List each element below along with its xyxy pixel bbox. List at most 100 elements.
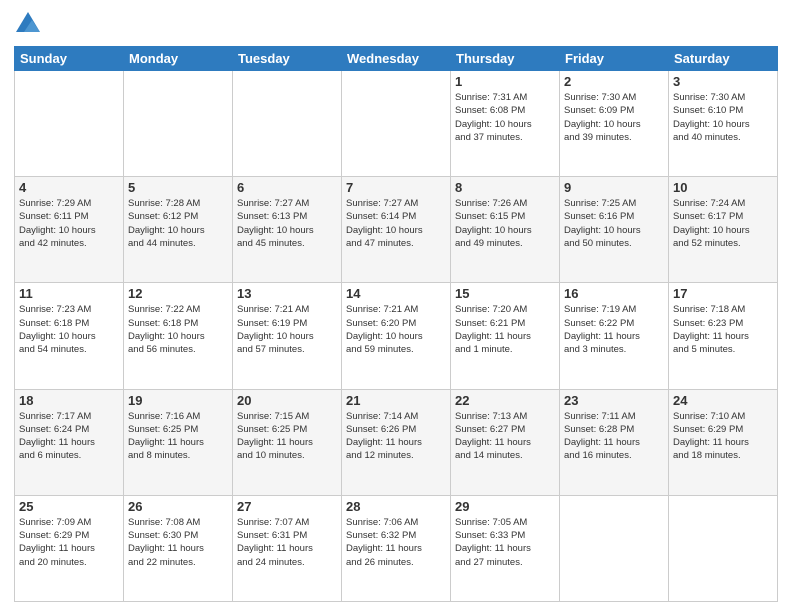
calendar-cell: 14 Sunrise: 7:21 AM Sunset: 6:20 PM Dayli…	[342, 283, 451, 389]
day-number: 2	[564, 74, 664, 89]
weekday-header-monday: Monday	[124, 47, 233, 71]
calendar-cell: 15 Sunrise: 7:20 AM Sunset: 6:21 PM Dayli…	[451, 283, 560, 389]
calendar-cell: 4 Sunrise: 7:29 AM Sunset: 6:11 PM Daylig…	[15, 177, 124, 283]
calendar-cell: 6 Sunrise: 7:27 AM Sunset: 6:13 PM Daylig…	[233, 177, 342, 283]
day-info: Sunrise: 7:08 AM Sunset: 6:30 PM Dayligh…	[128, 516, 228, 569]
day-info: Sunrise: 7:14 AM Sunset: 6:26 PM Dayligh…	[346, 410, 446, 463]
calendar-cell: 29 Sunrise: 7:05 AM Sunset: 6:33 PM Dayli…	[451, 495, 560, 601]
day-info: Sunrise: 7:13 AM Sunset: 6:27 PM Dayligh…	[455, 410, 555, 463]
calendar-cell	[342, 71, 451, 177]
day-info: Sunrise: 7:20 AM Sunset: 6:21 PM Dayligh…	[455, 303, 555, 356]
day-number: 17	[673, 286, 773, 301]
day-info: Sunrise: 7:30 AM Sunset: 6:10 PM Dayligh…	[673, 91, 773, 144]
day-number: 8	[455, 180, 555, 195]
calendar-cell: 26Sunrise: 7:08 AM Sunset: 6:30 PM Dayli…	[124, 495, 233, 601]
day-number: 18	[19, 393, 119, 408]
day-info: Sunrise: 7:30 AM Sunset: 6:09 PM Dayligh…	[564, 91, 664, 144]
calendar: SundayMondayTuesdayWednesdayThursdayFrid…	[14, 46, 778, 602]
day-info: Sunrise: 7:16 AM Sunset: 6:25 PM Dayligh…	[128, 410, 228, 463]
calendar-week-row: 18 Sunrise: 7:17 AM Sunset: 6:24 PM Dayli…	[15, 389, 778, 495]
day-number: 21	[346, 393, 446, 408]
weekday-header-tuesday: Tuesday	[233, 47, 342, 71]
day-info: Sunrise: 7:21 AM Sunset: 6:20 PM Dayligh…	[346, 303, 446, 356]
day-number: 24	[673, 393, 773, 408]
weekday-header-friday: Friday	[560, 47, 669, 71]
day-info: Sunrise: 7:25 AM Sunset: 6:16 PM Dayligh…	[564, 197, 664, 250]
day-number: 29	[455, 499, 555, 514]
day-number: 19	[128, 393, 228, 408]
calendar-cell: 11 Sunrise: 7:23 AM Sunset: 6:18 PM Dayli…	[15, 283, 124, 389]
calendar-cell	[233, 71, 342, 177]
calendar-week-row: 1 Sunrise: 7:31 AM Sunset: 6:08 PM Daylig…	[15, 71, 778, 177]
day-info: Sunrise: 7:15 AM Sunset: 6:25 PM Dayligh…	[237, 410, 337, 463]
day-info: Sunrise: 7:27 AM Sunset: 6:14 PM Dayligh…	[346, 197, 446, 250]
day-number: 5	[128, 180, 228, 195]
calendar-cell: 25 Sunrise: 7:09 AM Sunset: 6:29 PM Dayli…	[15, 495, 124, 601]
day-info: Sunrise: 7:06 AM Sunset: 6:32 PM Dayligh…	[346, 516, 446, 569]
calendar-cell	[560, 495, 669, 601]
day-number: 14	[346, 286, 446, 301]
calendar-cell: 13Sunrise: 7:21 AM Sunset: 6:19 PM Dayli…	[233, 283, 342, 389]
day-info: Sunrise: 7:19 AM Sunset: 6:22 PM Dayligh…	[564, 303, 664, 356]
calendar-cell: 12Sunrise: 7:22 AM Sunset: 6:18 PM Dayli…	[124, 283, 233, 389]
calendar-cell: 3Sunrise: 7:30 AM Sunset: 6:10 PM Daylig…	[669, 71, 778, 177]
day-info: Sunrise: 7:07 AM Sunset: 6:31 PM Dayligh…	[237, 516, 337, 569]
day-number: 4	[19, 180, 119, 195]
weekday-header-sunday: Sunday	[15, 47, 124, 71]
day-info: Sunrise: 7:17 AM Sunset: 6:24 PM Dayligh…	[19, 410, 119, 463]
calendar-cell: 7 Sunrise: 7:27 AM Sunset: 6:14 PM Daylig…	[342, 177, 451, 283]
day-info: Sunrise: 7:27 AM Sunset: 6:13 PM Dayligh…	[237, 197, 337, 250]
calendar-cell	[669, 495, 778, 601]
calendar-week-row: 11 Sunrise: 7:23 AM Sunset: 6:18 PM Dayli…	[15, 283, 778, 389]
day-number: 15	[455, 286, 555, 301]
calendar-cell	[15, 71, 124, 177]
calendar-week-row: 4 Sunrise: 7:29 AM Sunset: 6:11 PM Daylig…	[15, 177, 778, 283]
calendar-cell: 9Sunrise: 7:25 AM Sunset: 6:16 PM Daylig…	[560, 177, 669, 283]
day-info: Sunrise: 7:29 AM Sunset: 6:11 PM Dayligh…	[19, 197, 119, 250]
weekday-header-wednesday: Wednesday	[342, 47, 451, 71]
calendar-cell: 17Sunrise: 7:18 AM Sunset: 6:23 PM Dayli…	[669, 283, 778, 389]
day-number: 25	[19, 499, 119, 514]
calendar-cell: 20 Sunrise: 7:15 AM Sunset: 6:25 PM Dayli…	[233, 389, 342, 495]
day-info: Sunrise: 7:26 AM Sunset: 6:15 PM Dayligh…	[455, 197, 555, 250]
weekday-header-saturday: Saturday	[669, 47, 778, 71]
day-info: Sunrise: 7:23 AM Sunset: 6:18 PM Dayligh…	[19, 303, 119, 356]
day-number: 12	[128, 286, 228, 301]
day-number: 20	[237, 393, 337, 408]
logo-icon	[14, 10, 42, 38]
day-number: 1	[455, 74, 555, 89]
day-number: 6	[237, 180, 337, 195]
day-number: 10	[673, 180, 773, 195]
day-number: 11	[19, 286, 119, 301]
calendar-cell: 27 Sunrise: 7:07 AM Sunset: 6:31 PM Dayli…	[233, 495, 342, 601]
calendar-cell: 18 Sunrise: 7:17 AM Sunset: 6:24 PM Dayli…	[15, 389, 124, 495]
calendar-cell: 5 Sunrise: 7:28 AM Sunset: 6:12 PM Daylig…	[124, 177, 233, 283]
calendar-cell: 19 Sunrise: 7:16 AM Sunset: 6:25 PM Dayli…	[124, 389, 233, 495]
day-info: Sunrise: 7:05 AM Sunset: 6:33 PM Dayligh…	[455, 516, 555, 569]
calendar-cell: 21 Sunrise: 7:14 AM Sunset: 6:26 PM Dayli…	[342, 389, 451, 495]
logo	[14, 10, 46, 38]
day-info: Sunrise: 7:28 AM Sunset: 6:12 PM Dayligh…	[128, 197, 228, 250]
day-number: 27	[237, 499, 337, 514]
calendar-cell: 28 Sunrise: 7:06 AM Sunset: 6:32 PM Dayli…	[342, 495, 451, 601]
header	[14, 10, 778, 38]
calendar-cell: 1 Sunrise: 7:31 AM Sunset: 6:08 PM Daylig…	[451, 71, 560, 177]
day-info: Sunrise: 7:24 AM Sunset: 6:17 PM Dayligh…	[673, 197, 773, 250]
calendar-cell: 2 Sunrise: 7:30 AM Sunset: 6:09 PM Daylig…	[560, 71, 669, 177]
calendar-cell: 16Sunrise: 7:19 AM Sunset: 6:22 PM Dayli…	[560, 283, 669, 389]
day-number: 22	[455, 393, 555, 408]
day-number: 7	[346, 180, 446, 195]
weekday-header-thursday: Thursday	[451, 47, 560, 71]
calendar-cell: 8 Sunrise: 7:26 AM Sunset: 6:15 PM Daylig…	[451, 177, 560, 283]
day-info: Sunrise: 7:31 AM Sunset: 6:08 PM Dayligh…	[455, 91, 555, 144]
calendar-cell: 22 Sunrise: 7:13 AM Sunset: 6:27 PM Dayli…	[451, 389, 560, 495]
calendar-cell: 23 Sunrise: 7:11 AM Sunset: 6:28 PM Dayli…	[560, 389, 669, 495]
day-number: 23	[564, 393, 664, 408]
day-info: Sunrise: 7:10 AM Sunset: 6:29 PM Dayligh…	[673, 410, 773, 463]
day-info: Sunrise: 7:11 AM Sunset: 6:28 PM Dayligh…	[564, 410, 664, 463]
calendar-cell	[124, 71, 233, 177]
day-info: Sunrise: 7:09 AM Sunset: 6:29 PM Dayligh…	[19, 516, 119, 569]
calendar-cell: 10 Sunrise: 7:24 AM Sunset: 6:17 PM Dayli…	[669, 177, 778, 283]
calendar-week-row: 25 Sunrise: 7:09 AM Sunset: 6:29 PM Dayli…	[15, 495, 778, 601]
day-number: 28	[346, 499, 446, 514]
